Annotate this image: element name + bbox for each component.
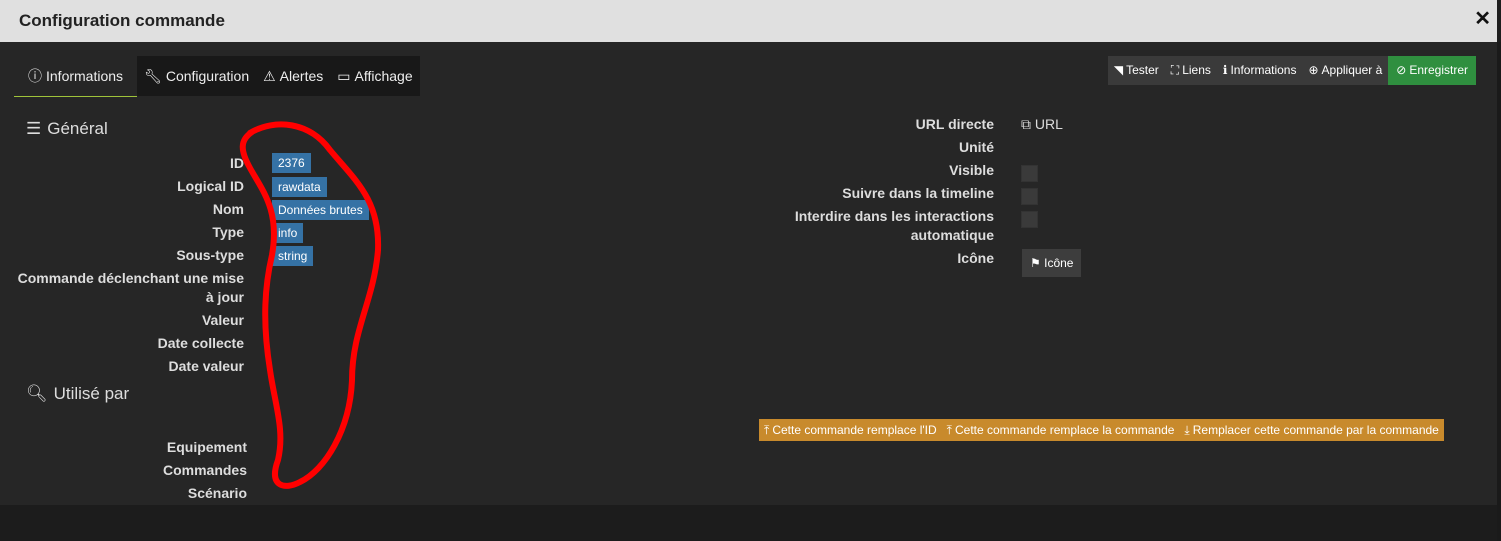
type-value: info (272, 223, 304, 243)
used-by-section-title: 🔍︎ Utilisé par (26, 384, 129, 404)
info-circle-icon: ⓘ (28, 68, 42, 84)
liens-button[interactable]: ⛶ Liens (1164, 56, 1217, 85)
upload-icon: ⤒ (764, 423, 770, 437)
timeline-checkbox[interactable] (1021, 188, 1038, 205)
timeline-label: Suivre dans la timeline (842, 185, 994, 201)
tab-informations[interactable]: ⓘ Informations (14, 56, 138, 97)
external-link-icon: ⧉ (1021, 116, 1031, 132)
check-circle-icon: ⊘ (1396, 63, 1407, 77)
equipement-label: Equipement (166, 439, 247, 455)
tab-label: Informations (46, 68, 124, 84)
warning-icon: ⚠ (263, 68, 276, 84)
trigger-label-line2: à jour (205, 289, 244, 305)
nom-value: Données brutes (272, 200, 369, 220)
list-icon: ☰ (26, 119, 42, 138)
replace-by-command-button[interactable]: ⤓ Remplacer cette commande par la command… (1179, 419, 1443, 441)
url-directe-label: URL directe (915, 116, 994, 132)
action-toolbar: ◥ Tester ⛶ Liens ℹ Informations ⊕ Appliquer … (1107, 56, 1476, 85)
general-title-text: Général (47, 119, 108, 138)
informations-button[interactable]: ℹ Informations (1216, 56, 1303, 85)
tab-label: Configuration (165, 68, 250, 84)
icone-button-label: Icône (1044, 256, 1074, 270)
unite-label: Unité (959, 139, 994, 155)
appliquer-label: Appliquer à (1321, 63, 1383, 77)
replace-id-button[interactable]: ⤒ Cette commande remplace l'ID (759, 419, 942, 441)
sous-type-value: string (272, 246, 314, 266)
download-icon: ⤓ (1184, 423, 1190, 437)
tab-alertes[interactable]: ⚠ Alertes (256, 56, 331, 96)
logical-id-value: rawdata (272, 177, 327, 197)
monitor-icon: ▭ (337, 68, 351, 84)
date-collecte-label: Date collecte (157, 335, 244, 351)
icone-button[interactable]: ⚑ Icône (1022, 249, 1082, 277)
rss-icon: ◥ (1113, 63, 1124, 77)
search-icon: 🔍︎ (26, 384, 48, 403)
modal-titlebar: Configuration commande ✕ (0, 0, 1501, 42)
sous-type-label: Sous-type (176, 247, 244, 263)
date-valeur-label: Date valeur (168, 358, 244, 374)
tab-label: Affichage (354, 68, 413, 84)
replace-command-button[interactable]: ⤒ Cette commande remplace la commande (942, 419, 1180, 441)
replace-by-command-label: Remplacer cette commande par la commande (1192, 423, 1439, 437)
tab-affichage[interactable]: ▭ Affichage (330, 56, 420, 96)
tab-label: Alertes (279, 68, 324, 84)
id-label: ID (230, 155, 244, 171)
used-by-title-text: Utilisé par (53, 384, 130, 403)
type-label: Type (212, 224, 244, 240)
upload-icon: ⤒ (946, 423, 952, 437)
url-link[interactable]: ⧉ URL (1021, 116, 1063, 133)
icone-label: Icône (957, 250, 994, 266)
interdire-label-line1: Interdire dans les interactions (794, 208, 994, 224)
logical-id-label: Logical ID (177, 178, 244, 194)
id-value: 2376 (272, 153, 311, 173)
link-frame-icon: ⛶ (1170, 63, 1180, 77)
visible-label: Visible (949, 162, 994, 178)
scrollbar-track[interactable] (1497, 42, 1501, 541)
info-icon: ℹ (1222, 63, 1228, 77)
visible-checkbox[interactable] (1021, 165, 1038, 182)
tester-button[interactable]: ◥ Tester (1107, 56, 1165, 85)
tab-configuration[interactable]: 🔧︎ Configuration (137, 56, 257, 96)
modal-title: Configuration commande (19, 11, 225, 30)
close-icon[interactable]: ✕ (1474, 6, 1491, 31)
informations-label: Informations (1230, 63, 1297, 77)
replace-id-label: Cette commande remplace l'ID (772, 423, 937, 437)
commandes-label: Commandes (162, 462, 247, 478)
tester-label: Tester (1126, 63, 1159, 77)
interdire-label-line2: automatique (910, 227, 994, 243)
scenario-label: Scénario (187, 485, 247, 501)
liens-label: Liens (1182, 63, 1211, 77)
plus-circle-icon: ⊕ (1308, 63, 1319, 77)
replace-command-label: Cette commande remplace la commande (954, 423, 1175, 437)
replace-button-group: ⤒ Cette commande remplace l'ID ⤒ Cette com… (759, 419, 1444, 441)
nom-label: Nom (212, 201, 244, 217)
wrench-icon: 🔧︎ (144, 68, 162, 84)
flag-icon: ⚑ (1030, 256, 1041, 270)
general-section-title: ☰ Général (26, 119, 108, 139)
modal-footer-area (0, 505, 1501, 541)
trigger-label-line1: Commande déclenchant une mise (17, 270, 244, 286)
enregistrer-button[interactable]: ⊘ Enregistrer (1388, 56, 1476, 85)
interdire-checkbox[interactable] (1021, 211, 1038, 228)
enregistrer-label: Enregistrer (1409, 63, 1468, 77)
tab-bar: ⓘ Informations 🔧︎ Configuration ⚠ Alertes ▭… (14, 56, 420, 97)
appliquer-button[interactable]: ⊕ Appliquer à (1302, 56, 1389, 85)
valeur-label: Valeur (201, 312, 244, 328)
url-link-text: URL (1034, 116, 1063, 132)
